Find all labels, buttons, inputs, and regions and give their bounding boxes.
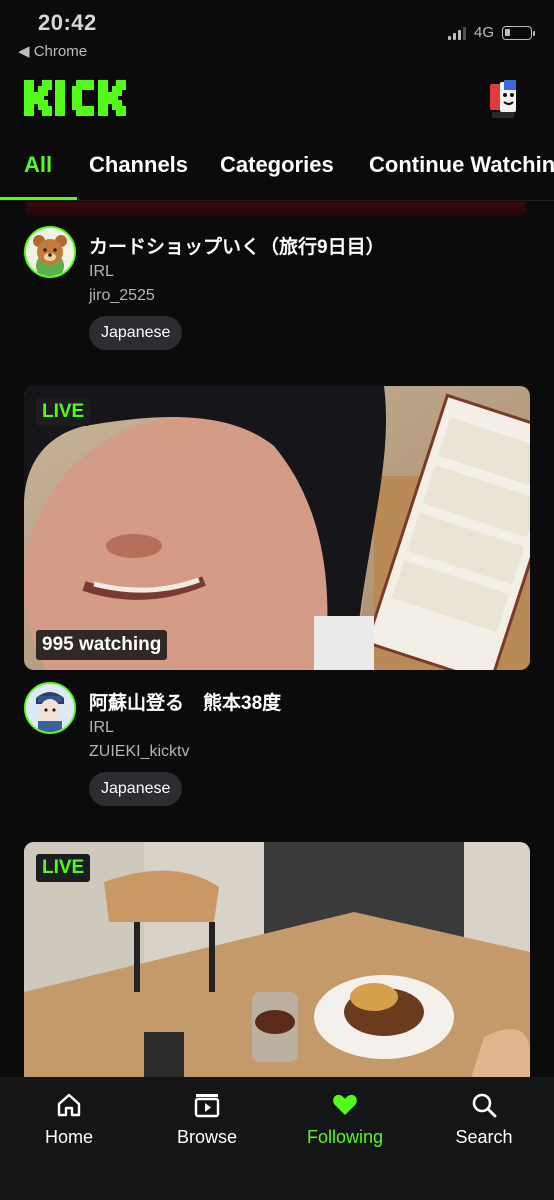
browse-icon: [194, 1094, 220, 1118]
status-indicators: 4G: [447, 24, 535, 41]
stream-title[interactable]: カードショップいく（旅行9日目）: [89, 232, 385, 259]
previous-thumbnail-edge: [26, 202, 526, 216]
tab-continue-watching[interactable]: Continue Watching: [369, 152, 554, 178]
tab-channels[interactable]: Channels: [89, 152, 188, 178]
user-avatar[interactable]: [486, 78, 522, 120]
language-tag[interactable]: Japanese: [89, 316, 183, 350]
nav-home[interactable]: Home: [9, 1091, 129, 1148]
nav-browse-label: Browse: [176, 1127, 238, 1147]
bottom-navigation: Home Browse Following Search: [0, 1077, 554, 1200]
app-header: [0, 70, 554, 130]
bear-avatar-icon[interactable]: [24, 226, 76, 278]
stream-preview-image: [24, 386, 530, 670]
status-time: 20:42: [38, 10, 97, 35]
stream-title[interactable]: 阿蘇山登る 熊本38度: [89, 688, 281, 715]
nav-search[interactable]: Search: [424, 1091, 544, 1148]
character-avatar-icon[interactable]: [24, 682, 76, 734]
filter-tabs: All Channels Categories Continue Watchin…: [0, 140, 554, 202]
channel-name[interactable]: jiro_2525: [89, 287, 155, 305]
signal-icon: [447, 26, 466, 40]
battery-icon: [502, 25, 535, 40]
viewer-count-badge: 995 watching: [36, 630, 168, 660]
channel-name[interactable]: ZUIEKI_kicktv: [89, 743, 189, 761]
nav-following[interactable]: Following: [285, 1091, 405, 1148]
home-icon: [57, 1093, 81, 1117]
live-badge: LIVE: [36, 854, 91, 882]
network-type: 4G: [473, 24, 494, 41]
stream-preview-image: [24, 842, 530, 1077]
language-tag[interactable]: Japanese: [89, 772, 183, 806]
tab-all[interactable]: All: [24, 152, 52, 178]
search-icon: [472, 1093, 497, 1118]
nav-following-label: Following: [306, 1127, 384, 1147]
stream-category[interactable]: IRL: [89, 719, 114, 737]
nav-search-label: Search: [455, 1127, 513, 1147]
tabs-divider: [0, 200, 554, 201]
status-bar: 20:42 ◀ Chrome 4G: [0, 0, 554, 60]
nav-home-label: Home: [44, 1127, 93, 1147]
stream-card-info[interactable]: 阿蘇山登る 熊本38度 IRL ZUIEKI_kicktv Japanese: [24, 682, 534, 812]
tab-categories[interactable]: Categories: [220, 152, 334, 178]
stream-category[interactable]: IRL: [89, 263, 114, 281]
stream-card-info[interactable]: カードショップいく（旅行9日目） IRL jiro_2525 Japanese: [24, 226, 534, 356]
back-to-chrome-link[interactable]: ◀ Chrome: [18, 42, 87, 60]
nav-browse[interactable]: Browse: [147, 1091, 267, 1148]
stream-thumbnail[interactable]: LIVE 995 watching: [24, 386, 530, 670]
stream-feed[interactable]: カードショップいく（旅行9日目） IRL jiro_2525 Japanese: [0, 202, 554, 1077]
stream-thumbnail[interactable]: LIVE: [24, 842, 530, 1077]
live-badge: LIVE: [36, 398, 91, 426]
heart-icon: [333, 1094, 357, 1115]
kick-logo[interactable]: [24, 80, 132, 116]
